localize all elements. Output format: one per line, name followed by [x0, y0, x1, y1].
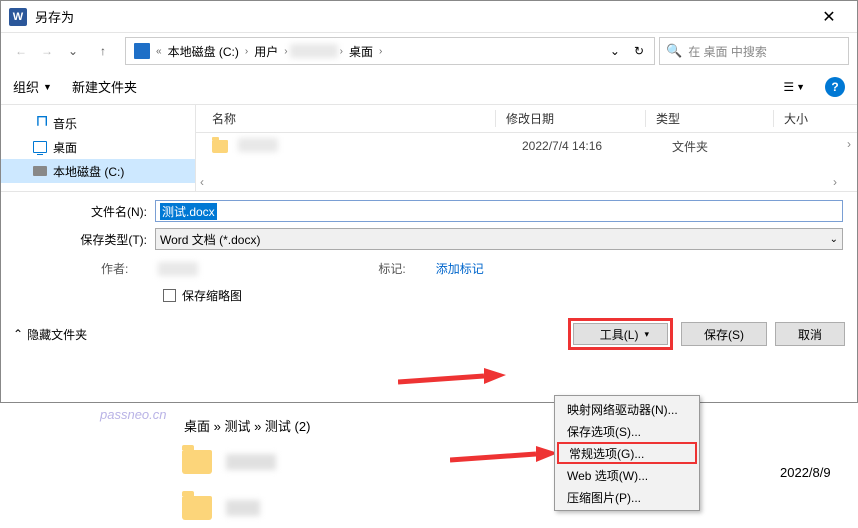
folder-icon: [182, 496, 212, 520]
dd-compress-pictures[interactable]: 压缩图片(P)...: [557, 486, 697, 508]
breadcrumb-disk[interactable]: 本地磁盘 (C:): [164, 43, 243, 60]
tag-label: 标记:: [378, 260, 405, 277]
form-area: 文件名(N): 测试.docx 保存类型(T): Word 文档 (*.docx…: [1, 191, 857, 304]
save-button[interactable]: 保存(S): [681, 322, 767, 346]
address-dropdown[interactable]: ⌄: [610, 44, 620, 58]
save-as-dialog: W 另存为 ✕ ← → ⌄ ↑ « 本地磁盘 (C:) › 用户 › xxxx …: [0, 0, 858, 403]
col-header-type[interactable]: 类型: [646, 110, 774, 127]
search-placeholder: 在 桌面 中搜索: [688, 43, 767, 60]
dd-save-options[interactable]: 保存选项(S)...: [557, 420, 697, 442]
breadcrumb-desktop[interactable]: 桌面: [345, 43, 377, 60]
nav-row: ← → ⌄ ↑ « 本地磁盘 (C:) › 用户 › xxxx › 桌面 › ⌄…: [1, 33, 857, 69]
savetype-select[interactable]: Word 文档 (*.docx)⌄: [155, 228, 843, 250]
view-mode-button[interactable]: ☰▼: [783, 80, 805, 94]
tools-button[interactable]: 工具(L) ▾: [573, 323, 668, 345]
dd-general-options[interactable]: 常规选项(G)...: [557, 442, 697, 464]
chevron-right-icon: ›: [338, 46, 345, 57]
author-value[interactable]: [158, 262, 198, 276]
close-button[interactable]: ✕: [809, 4, 849, 30]
col-header-size[interactable]: 大小: [774, 110, 857, 127]
disk-icon: [33, 166, 47, 176]
blurred-name: [226, 500, 260, 516]
footer: ⌃ 隐藏文件夹 工具(L) ▾ 保存(S) 取消: [1, 304, 857, 358]
nav-back-button[interactable]: ←: [9, 39, 33, 63]
sidebar-item-music[interactable]: 音乐: [1, 111, 195, 135]
filename-input[interactable]: 测试.docx: [155, 200, 843, 222]
chevron-right-icon: ›: [243, 46, 250, 57]
tools-dropdown: 映射网络驱动器(N)... 保存选项(S)... 常规选项(G)... Web …: [554, 395, 700, 511]
breadcrumb-user[interactable]: 用户: [250, 43, 282, 60]
watermark: passneo.cn: [100, 407, 167, 422]
tools-button-highlight: 工具(L) ▾: [568, 318, 673, 350]
save-thumbnail-checkbox[interactable]: [163, 289, 176, 302]
path-drop: ⌄ ↻: [610, 44, 650, 58]
toolbar: 组织▼ 新建文件夹 ☰▼ ?: [1, 69, 857, 105]
desktop-icon: [33, 141, 47, 153]
scrollbar-horizontal[interactable]: ‹›: [196, 175, 841, 191]
chevron-right-icon: «: [154, 46, 164, 57]
annotation-arrow-1: [398, 360, 508, 390]
save-thumbnail-label: 保存缩略图: [182, 287, 242, 304]
nav-history-dropdown[interactable]: ⌄: [61, 39, 85, 63]
savetype-label: 保存类型(T):: [15, 231, 155, 248]
refresh-button[interactable]: ↻: [634, 44, 644, 58]
bg-breadcrumb: 桌面 » 测试 » 测试 (2): [184, 405, 310, 445]
nav-up-button[interactable]: ↑: [91, 39, 115, 63]
hide-folders-toggle[interactable]: ⌃ 隐藏文件夹: [13, 326, 87, 343]
chevron-down-icon: ▾: [644, 329, 649, 340]
word-app-icon: W: [9, 8, 27, 26]
folder-icon: [212, 140, 228, 153]
col-header-date[interactable]: 修改日期: [496, 110, 646, 127]
cancel-button[interactable]: 取消: [775, 322, 845, 346]
row-type: 文件夹: [662, 138, 790, 155]
chevron-right-icon: ›: [377, 46, 384, 57]
row-name: [238, 138, 512, 155]
col-header-name[interactable]: 名称: [196, 110, 496, 127]
breadcrumb-username[interactable]: xxxx: [290, 44, 338, 58]
folder-tree: 音乐 桌面 本地磁盘 (C:): [1, 105, 196, 191]
dd-web-options[interactable]: Web 选项(W)...: [557, 464, 697, 486]
help-button[interactable]: ?: [825, 77, 845, 97]
row-date: 2022/7/4 14:16: [512, 139, 662, 153]
sidebar-item-local-disk[interactable]: 本地磁盘 (C:): [1, 159, 195, 183]
music-icon: [33, 116, 47, 130]
blurred-name: [226, 454, 276, 470]
search-input[interactable]: 🔍 在 桌面 中搜索: [659, 37, 849, 65]
chevron-right-icon: ›: [282, 46, 289, 57]
scrollbar-vertical[interactable]: ›: [841, 133, 857, 191]
add-tag-link[interactable]: 添加标记: [436, 260, 484, 277]
nav-arrows: ← → ⌄ ↑: [9, 39, 121, 63]
folder-icon: [182, 450, 212, 474]
address-bar[interactable]: « 本地磁盘 (C:) › 用户 › xxxx › 桌面 › ⌄ ↻: [125, 37, 655, 65]
titlebar: W 另存为 ✕: [1, 1, 857, 33]
list-header: 名称 修改日期 类型 大小: [196, 105, 857, 133]
bg-date: 2022/8/9: [780, 452, 831, 492]
bg-folder-row-1: [182, 442, 276, 482]
disk-icon: [134, 43, 150, 59]
table-row[interactable]: 2022/7/4 14:16 文件夹: [196, 133, 857, 159]
search-icon: 🔍: [666, 43, 682, 59]
filename-label: 文件名(N):: [15, 203, 155, 220]
dd-map-network-drive[interactable]: 映射网络驱动器(N)...: [557, 398, 697, 420]
sidebar-item-desktop[interactable]: 桌面: [1, 135, 195, 159]
bg-folder-row-2: [182, 488, 260, 528]
chevron-up-icon: ⌃: [13, 327, 23, 341]
dialog-title: 另存为: [35, 7, 809, 26]
author-label: 作者:: [101, 260, 128, 277]
new-folder-button[interactable]: 新建文件夹: [72, 77, 137, 96]
nav-forward-button[interactable]: →: [35, 39, 59, 63]
file-list: 名称 修改日期 类型 大小 2022/7/4 14:16 文件夹 › ‹›: [196, 105, 857, 191]
annotation-arrow-2: [450, 438, 560, 468]
organize-button[interactable]: 组织▼: [13, 77, 52, 96]
main-area: 音乐 桌面 本地磁盘 (C:) 名称 修改日期 类型 大小 2022/7/4 1…: [1, 105, 857, 191]
